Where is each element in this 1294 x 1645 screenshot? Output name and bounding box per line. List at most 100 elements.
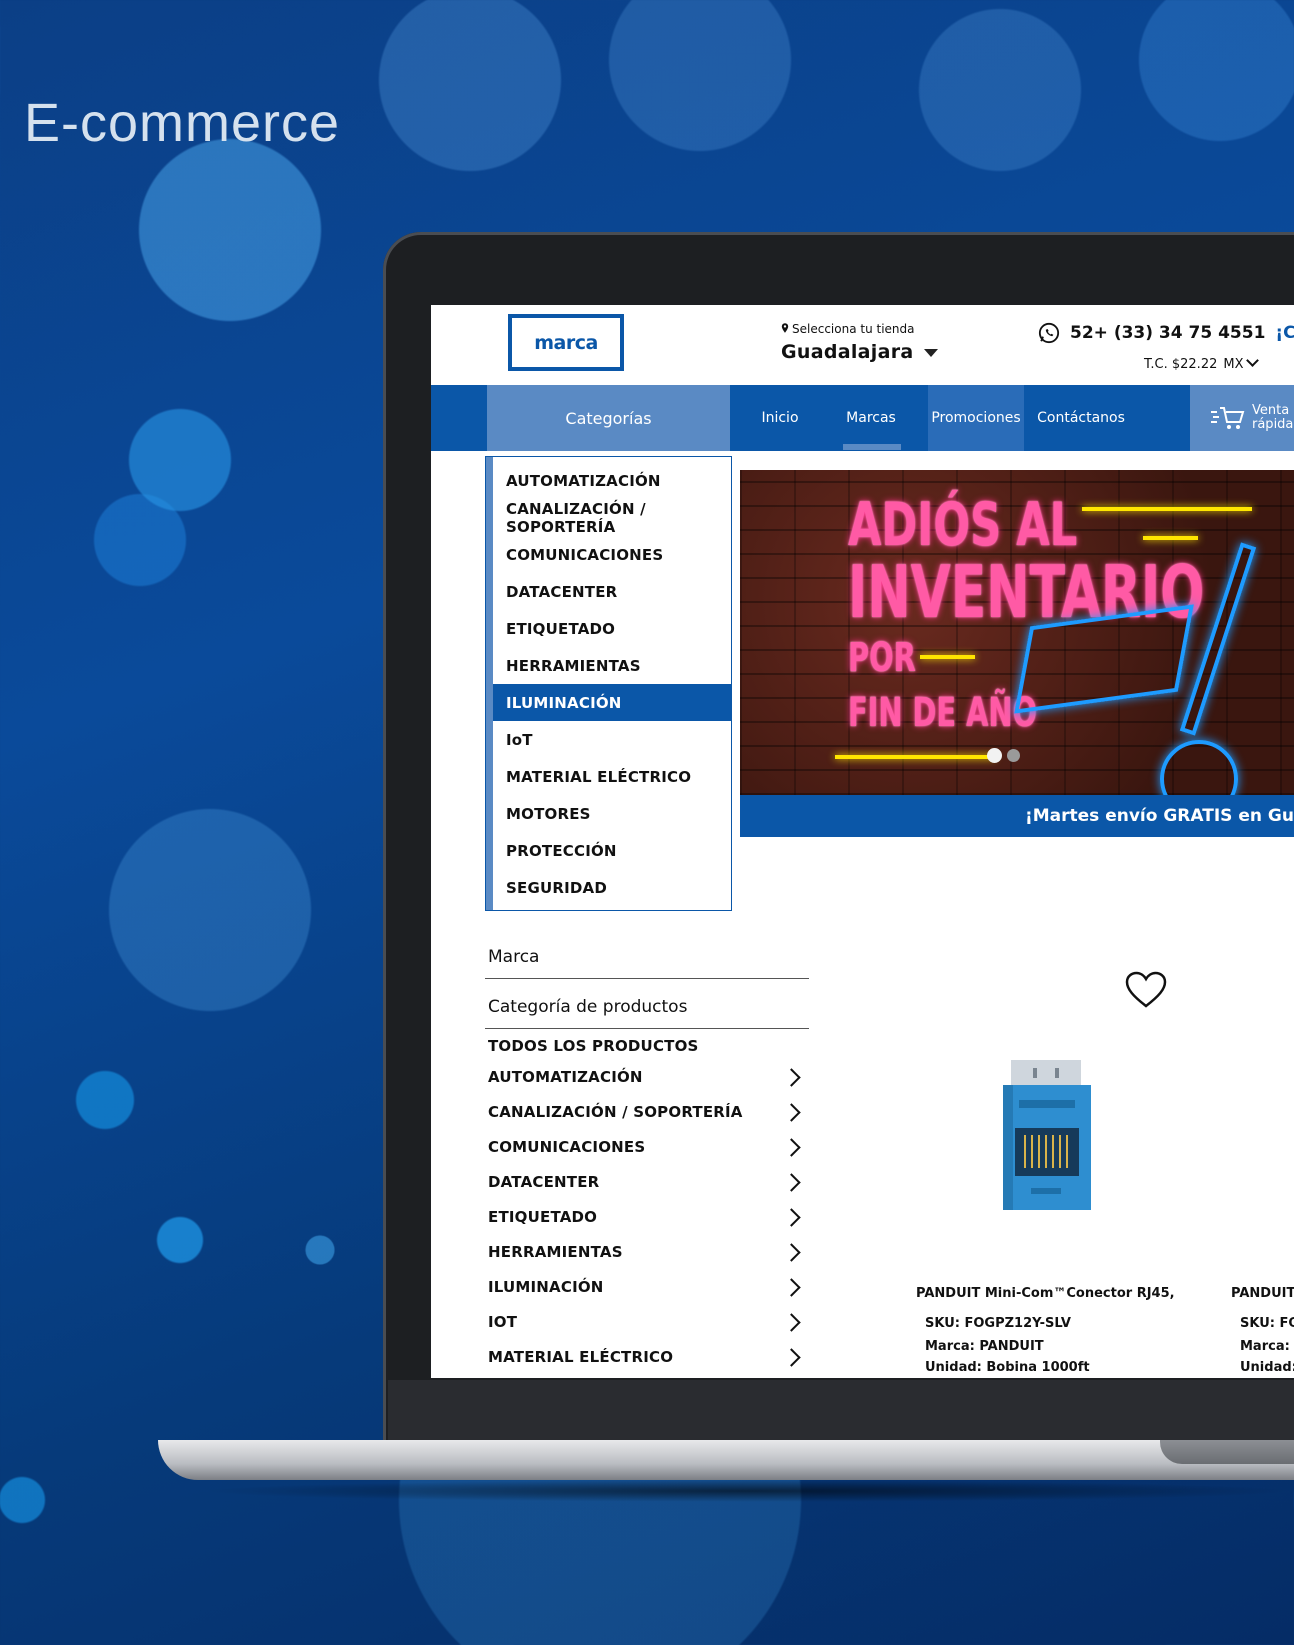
filter-item-label: ILUMINACIÓN: [488, 1278, 604, 1296]
filter-item-label: DATACENTER: [488, 1173, 600, 1191]
filter-item[interactable]: AUTOMATIZACIÓN: [488, 1067, 804, 1087]
website-screen: marca Selecciona tu tienda Guadalajara 5…: [431, 305, 1294, 1378]
exchange-rate: T.C. $22.22: [1144, 357, 1218, 372]
chevron-right-icon: [782, 1347, 801, 1367]
dropdown-accent-bar: [486, 457, 493, 910]
dropdown-item-comunicaciones[interactable]: COMUNICACIONES: [493, 536, 732, 573]
filter-item[interactable]: ILUMINACIÓN: [488, 1277, 804, 1297]
nav-item-marcas[interactable]: Marcas: [826, 385, 916, 451]
laptop-shadow: [200, 1480, 1294, 1502]
chevron-right-icon: [782, 1102, 801, 1122]
neon-line: [920, 655, 975, 659]
quick-sale-line1: Venta: [1252, 402, 1290, 418]
dropdown-item-motores[interactable]: MOTORES: [493, 795, 732, 832]
banner-line3: POR: [848, 635, 916, 681]
filter-item-label: MATERIAL ELÉCTRICO: [488, 1348, 674, 1366]
chevron-down-icon: [1245, 354, 1259, 367]
filter-divider: [485, 978, 809, 979]
product-unit: Unidad:: [1240, 1360, 1294, 1375]
product-image[interactable]: [1001, 1060, 1093, 1210]
cart-icon: [1211, 407, 1245, 429]
dropdown-item-iluminacion[interactable]: ILUMINACIÓN: [493, 684, 732, 721]
chevron-right-icon: [782, 1312, 801, 1332]
dropdown-item-seguridad[interactable]: SEGURIDAD: [493, 869, 732, 906]
product-sku: SKU: FOC: [1240, 1316, 1294, 1331]
whatsapp-icon: [1038, 322, 1060, 344]
carousel-dot-active[interactable]: [987, 748, 1002, 763]
neon-line: [1143, 536, 1198, 540]
filter-divider: [485, 1028, 809, 1029]
promo-strip: ¡Martes envío GRATIS en Guad: [740, 795, 1294, 837]
product-brand: Marca: PANDUIT: [925, 1339, 1044, 1354]
filter-item-label: COMUNICACIONES: [488, 1138, 646, 1156]
dropdown-item-datacenter[interactable]: DATACENTER: [493, 573, 732, 610]
filter-item[interactable]: DATACENTER: [488, 1172, 804, 1192]
page-hero-title: E-commerce: [24, 93, 341, 153]
neon-wheel-icon: [1160, 740, 1238, 795]
site-logo[interactable]: marca: [508, 314, 624, 371]
dropdown-item-automatizacion[interactable]: AUTOMATIZACIÓN: [493, 462, 732, 499]
store-selector[interactable]: Guadalajara: [781, 341, 938, 363]
filter-item[interactable]: CANALIZACIÓN / SOPORTERÍA: [488, 1102, 804, 1122]
dropdown-item-canalizacion[interactable]: CANALIZACIÓN / SOPORTERÍA: [493, 499, 732, 536]
dropdown-item-iot[interactable]: IoT: [493, 721, 732, 758]
promo-banner[interactable]: ADIÓS AL INVENTARIO POR FIN DE AÑO: [740, 470, 1294, 795]
quick-sale-button[interactable]: Venta rápida: [1190, 385, 1294, 451]
product-sku: SKU: FOGPZ12Y-SLV: [925, 1316, 1071, 1331]
laptop-bezel: [388, 1380, 1294, 1440]
chevron-right-icon: [782, 1067, 801, 1087]
filter-item-label: AUTOMATIZACIÓN: [488, 1068, 643, 1086]
chevron-right-icon: [782, 1242, 801, 1262]
category-filter-title[interactable]: Categoría de productos: [488, 997, 687, 1017]
filter-item[interactable]: MATERIAL ELÉCTRICO: [488, 1347, 804, 1367]
product-unit: Unidad: Bobina 1000ft: [925, 1360, 1090, 1375]
nav-item-promociones[interactable]: Promociones: [928, 385, 1024, 451]
banner-line4: FIN DE AÑO: [848, 690, 1037, 736]
store-label-text: Selecciona tu tienda: [792, 322, 915, 336]
currency-selector[interactable]: MX: [1223, 357, 1243, 372]
heart-icon[interactable]: [1125, 971, 1167, 1009]
phone-contact-row: 52+ (33) 34 75 4551 ¡Cont: [1038, 322, 1294, 344]
categories-dropdown: AUTOMATIZACIÓN CANALIZACIÓN / SOPORTERÍA…: [485, 456, 732, 911]
store-select-label: Selecciona tu tienda: [781, 322, 914, 336]
filter-item[interactable]: ETIQUETADO: [488, 1207, 804, 1227]
store-value: Guadalajara: [781, 341, 914, 363]
filter-item-label: ETIQUETADO: [488, 1208, 598, 1226]
filter-all-label: TODOS LOS PRODUCTOS: [488, 1037, 699, 1055]
filter-item[interactable]: HERRAMIENTAS: [488, 1242, 804, 1262]
phone-number[interactable]: 52+ (33) 34 75 4551: [1070, 323, 1265, 343]
nav-item-contactanos[interactable]: Contáctanos: [1031, 385, 1131, 451]
chevron-right-icon: [782, 1172, 801, 1192]
dropdown-item-etiquetado[interactable]: ETIQUETADO: [493, 610, 732, 647]
product-name[interactable]: PANDUIT Mini-Com™Conector RJ45,: [916, 1286, 1175, 1301]
product-brand: Marca: I: [1240, 1339, 1294, 1354]
filter-item[interactable]: IOT: [488, 1312, 804, 1332]
dropdown-item-material-electrico[interactable]: MATERIAL ELÉCTRICO: [493, 758, 732, 795]
filter-item-label: IOT: [488, 1313, 518, 1331]
carousel-dot[interactable]: [1007, 749, 1020, 762]
contact-link[interactable]: ¡Cont: [1275, 323, 1294, 343]
dropdown-item-proteccion[interactable]: PROTECCIÓN: [493, 832, 732, 869]
quick-sale-line2: rápida: [1252, 417, 1294, 432]
dropdown-item-herramientas[interactable]: HERRAMIENTAS: [493, 647, 732, 684]
filter-item[interactable]: COMUNICACIONES: [488, 1137, 804, 1157]
map-pin-icon: [781, 323, 789, 333]
filter-item-label: HERRAMIENTAS: [488, 1243, 623, 1261]
chevron-right-icon: [782, 1137, 801, 1157]
filter-item-label: CANALIZACIÓN / SOPORTERÍA: [488, 1103, 743, 1121]
exchange-rate-row[interactable]: T.C. $22.22 MX: [1144, 354, 1259, 372]
nav-active-indicator: [843, 444, 901, 450]
laptop-base: [158, 1440, 1294, 1480]
product-name[interactable]: PANDUIT M: [1231, 1286, 1294, 1301]
neon-line: [1082, 507, 1252, 511]
laptop-notch: [1160, 1440, 1294, 1464]
chevron-right-icon: [782, 1207, 801, 1227]
nav-item-inicio[interactable]: Inicio: [750, 385, 810, 451]
categories-button[interactable]: Categorías: [487, 385, 730, 451]
chevron-right-icon: [782, 1277, 801, 1297]
brand-filter-title[interactable]: Marca: [488, 947, 539, 967]
logo-text: marca: [534, 331, 598, 354]
neon-line: [835, 755, 995, 759]
caret-down-icon: [923, 348, 938, 357]
filter-all-products[interactable]: TODOS LOS PRODUCTOS: [488, 1037, 804, 1055]
